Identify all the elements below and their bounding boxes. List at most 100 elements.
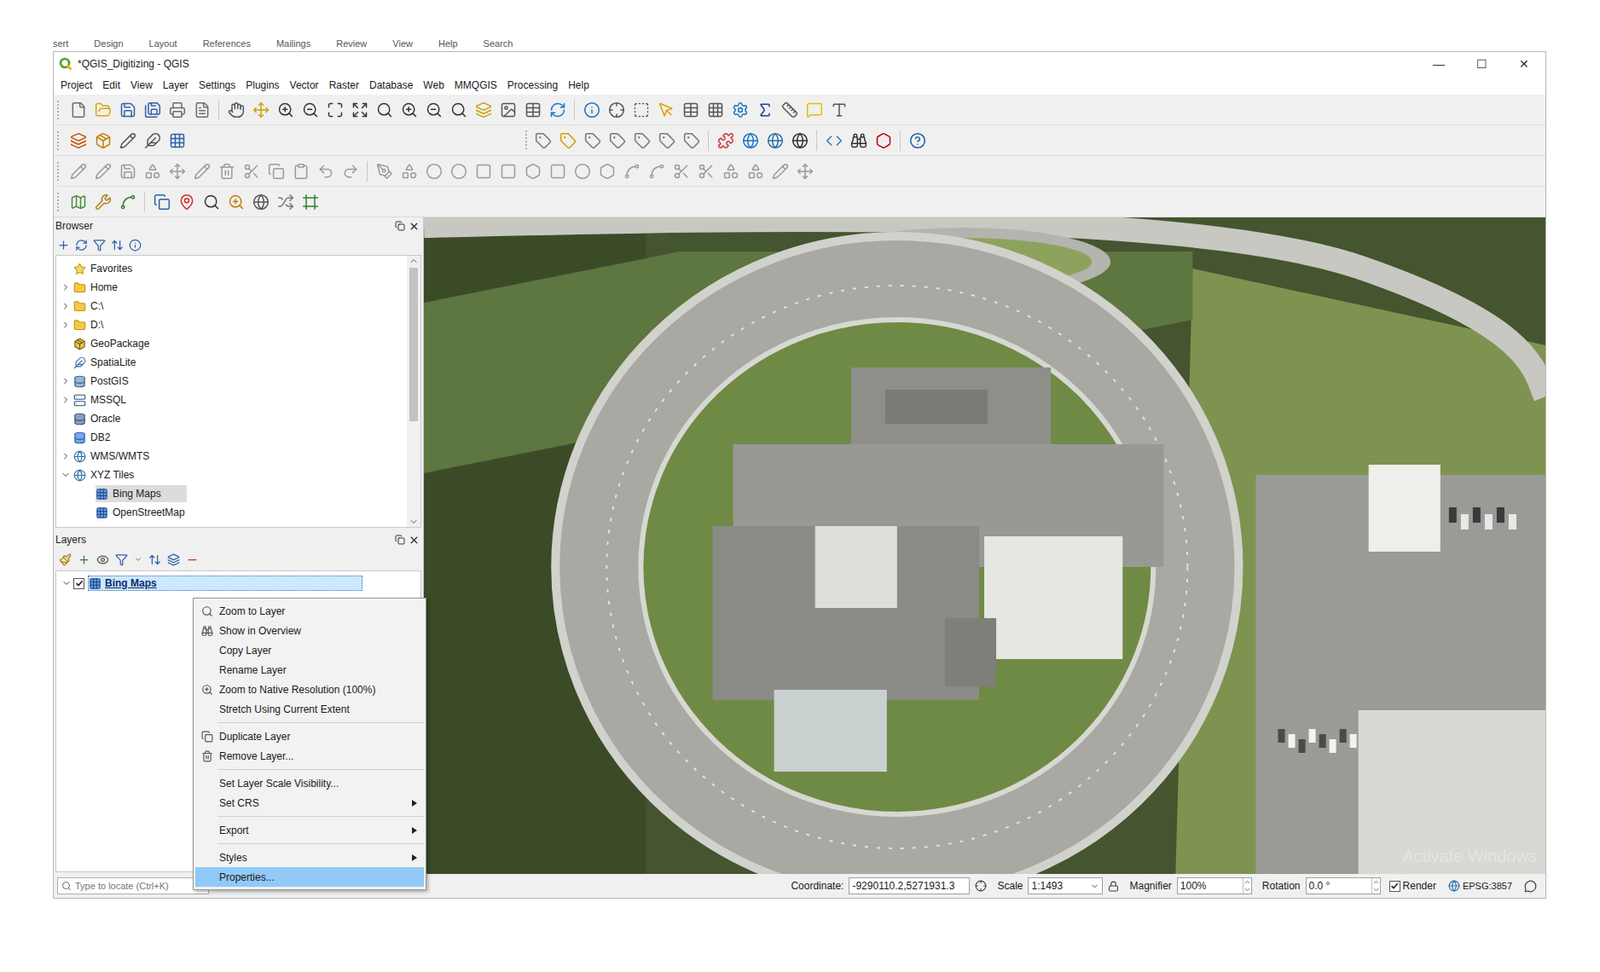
spin-up-icon[interactable] [1372, 878, 1380, 887]
context-menu-item[interactable]: Copy Layer [195, 640, 424, 661]
collapsed-arrow-icon[interactable] [60, 301, 71, 312]
toolbar-button[interactable] [313, 158, 338, 185]
toolbar-button[interactable] [904, 127, 930, 154]
browser-item[interactable]: XYZ Tiles [56, 465, 407, 485]
spin-up-icon[interactable] [1243, 878, 1252, 887]
menu-item[interactable]: Raster [324, 77, 365, 93]
close-icon[interactable] [408, 220, 420, 232]
toolbar-button[interactable] [643, 158, 669, 185]
browser-item[interactable]: DB2 [56, 428, 407, 447]
toolbar-button[interactable] [173, 189, 199, 215]
expand-all-icon[interactable] [148, 553, 162, 567]
menu-item[interactable]: Help [562, 77, 595, 93]
toolbar-button[interactable] [826, 97, 852, 123]
toolbar-button[interactable] [65, 158, 91, 185]
toolbar-button[interactable] [776, 97, 802, 123]
remove-layer-icon[interactable] [185, 553, 199, 567]
toolbar-button[interactable] [579, 127, 605, 154]
toolbar-button[interactable] [115, 158, 140, 185]
map-canvas[interactable]: Activate Windows [423, 217, 1546, 875]
toolbar-button[interactable] [752, 97, 777, 123]
toolbar-button[interactable] [530, 127, 556, 154]
locate-field[interactable]: Type to locate (Ctrl+K) [57, 877, 209, 895]
toolbar-button[interactable] [337, 158, 363, 185]
toolbar-button[interactable] [713, 127, 738, 154]
browser-item[interactable]: SpatiaLite [56, 353, 407, 372]
refresh-icon[interactable] [75, 238, 88, 252]
browser-item[interactable]: Favorites [56, 259, 407, 279]
coordinate-field[interactable]: -9290110.2,5271931.3 [848, 877, 970, 895]
menu-item[interactable]: View [125, 77, 158, 93]
toolbar-button[interactable] [90, 97, 116, 123]
filter-menu-icon[interactable] [133, 555, 143, 564]
collapse-all-icon[interactable] [167, 553, 180, 567]
context-menu-item[interactable]: Export [195, 820, 424, 841]
toolbar-button[interactable] [579, 97, 604, 123]
toolbar-button[interactable] [90, 127, 116, 154]
menu-item[interactable]: Plugins [240, 77, 285, 93]
spin-down-icon[interactable] [1243, 886, 1252, 894]
toolbar-button[interactable] [272, 97, 298, 123]
toolbar-button[interactable] [801, 97, 827, 123]
toolbar-button[interactable] [693, 158, 719, 185]
toolbar-button[interactable] [628, 97, 654, 123]
menu-item[interactable]: Processing [502, 77, 563, 93]
window-control[interactable]: — [1417, 52, 1461, 76]
browser-item[interactable]: C:\ [56, 296, 407, 316]
ribbon-tab[interactable]: View [392, 36, 413, 52]
toolbar-button[interactable] [115, 127, 140, 154]
filter-legend-icon[interactable] [115, 553, 128, 567]
ribbon-tab[interactable]: sert [52, 36, 69, 52]
toolbar-button[interactable] [737, 127, 763, 154]
menu-item[interactable]: Settings [193, 77, 241, 93]
context-menu-item[interactable]: Rename Layer [195, 660, 424, 680]
toolbar-button[interactable] [594, 158, 620, 185]
browser-item[interactable]: MSSQL [56, 390, 407, 410]
ribbon-tab[interactable]: Layout [149, 36, 178, 52]
collapse-icon[interactable] [110, 238, 124, 252]
toolbar-button[interactable] [164, 97, 190, 123]
browser-item[interactable]: Oracle [56, 409, 407, 429]
browser-item[interactable]: OpenStreetMap [56, 503, 407, 522]
browser-item[interactable]: PostGIS [56, 371, 407, 391]
menu-item[interactable]: Layer [157, 77, 194, 93]
browser-item[interactable]: WMS/WMTS [56, 446, 407, 466]
toolbar-button[interactable] [604, 127, 630, 154]
menu-item[interactable]: MMQGIS [449, 77, 503, 93]
toolbar-button[interactable] [198, 189, 224, 215]
toolbar-button[interactable] [603, 97, 629, 123]
toolbar-button[interactable] [653, 97, 679, 123]
toolbar-button[interactable] [762, 127, 788, 154]
toolbar-grip[interactable] [57, 100, 63, 120]
toolbar-button[interactable] [297, 97, 323, 123]
toolbar-button[interactable] [223, 97, 249, 123]
ribbon-tab[interactable]: Help [438, 36, 458, 52]
toolbar-button[interactable] [870, 127, 896, 154]
toolbar-button[interactable] [544, 158, 570, 185]
ribbon-tab[interactable]: Mailings [276, 36, 311, 52]
magnifier-spinbox[interactable]: 100% [1176, 877, 1253, 895]
toolbar-button[interactable] [297, 189, 323, 215]
toolbar-button[interactable] [446, 158, 471, 185]
toolbar-button[interactable] [139, 158, 165, 185]
context-menu-item[interactable]: Styles [195, 847, 424, 868]
crs-button[interactable]: EPSG:3857 [1448, 879, 1513, 894]
toolbar-button[interactable] [470, 97, 496, 123]
collapsed-arrow-icon[interactable] [60, 319, 71, 331]
toolbar-button[interactable] [149, 189, 174, 215]
toolbar-button[interactable] [629, 127, 655, 154]
toolbar-button[interactable] [396, 97, 422, 123]
window-control[interactable]: ☐ [1460, 52, 1503, 76]
context-menu-item[interactable]: Zoom to Layer [195, 601, 424, 621]
toolbar-button[interactable] [90, 158, 116, 185]
toolbar-button[interactable] [65, 97, 91, 123]
collapsed-arrow-icon[interactable] [60, 451, 71, 462]
toolbar-button[interactable] [223, 189, 249, 215]
toolbar-button[interactable] [115, 97, 140, 123]
browser-item[interactable]: D:\ [56, 315, 407, 335]
menu-item[interactable]: Web [417, 77, 449, 93]
toolbar-button[interactable] [421, 158, 447, 185]
toolbar-button[interactable] [495, 158, 521, 185]
toolbar-button[interactable] [727, 97, 753, 123]
toolbar-button[interactable] [495, 97, 521, 123]
